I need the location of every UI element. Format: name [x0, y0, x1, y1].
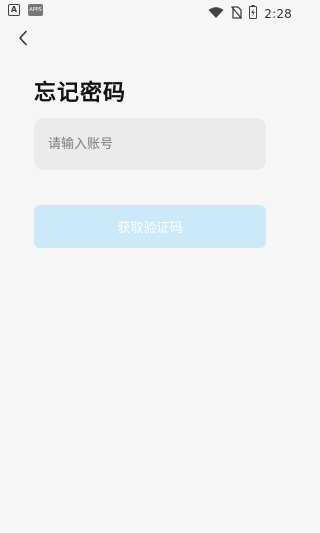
- notification-a-icon: A: [8, 4, 20, 16]
- status-bar: A APPS 2:28: [0, 0, 300, 22]
- battery-charging-icon: [249, 4, 258, 23]
- notification-app-icon: APPS: [28, 4, 43, 16]
- status-bar-right: 2:28: [208, 4, 292, 23]
- get-verification-code-button[interactable]: 获取验证码: [34, 205, 266, 248]
- chevron-left-icon: [19, 30, 27, 46]
- back-button[interactable]: [13, 28, 33, 48]
- status-bar-left: A APPS: [8, 4, 43, 16]
- wifi-icon: [208, 4, 224, 23]
- status-time: 2:28: [264, 6, 292, 21]
- no-sim-icon: [231, 4, 243, 23]
- forgot-password-screen: A APPS 2:28 忘记密码 请输入账号 获取验证码: [0, 0, 300, 533]
- page-title: 忘记密码: [34, 81, 127, 106]
- account-input[interactable]: [34, 118, 266, 170]
